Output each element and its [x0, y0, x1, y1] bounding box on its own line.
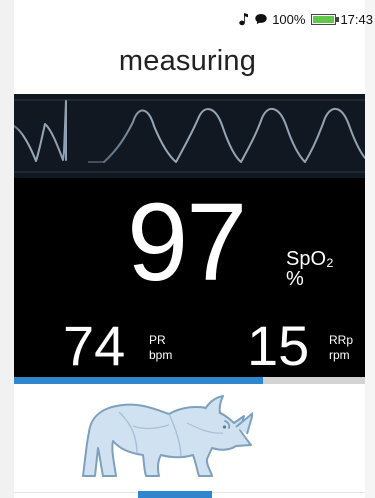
page-title: measuring — [118, 45, 257, 77]
battery-level-fill — [313, 15, 335, 23]
battery-percent: 100% — [272, 11, 306, 27]
pulse-oximeter-screen: 100% 17:43 measuring 97 SpO₂ % 74 PR bpm… — [0, 0, 375, 498]
pulse-rate-unit: bpm — [149, 348, 173, 362]
illustration-area — [14, 384, 365, 498]
spo2-unit: % — [286, 268, 304, 290]
time-text: 17:43 — [340, 11, 373, 27]
pulse-rate-value: 74 — [63, 314, 126, 377]
battery-icon — [311, 13, 340, 25]
measurement-progress — [14, 377, 365, 384]
measurement-progress-fill — [14, 377, 264, 384]
respiration-rate-value: 15 — [247, 314, 310, 377]
pleth-waveform — [14, 94, 365, 178]
respiration-rate-label: RRp — [329, 333, 354, 347]
measurement-panel: 97 SpO₂ % 74 PR bpm 15 RRp rpm — [14, 178, 365, 377]
status-bar: 100% 17:43 — [236, 8, 375, 30]
page-indicator — [138, 491, 212, 498]
spo2-value: 97 — [127, 181, 247, 304]
spo2-label: SpO₂ — [286, 248, 334, 270]
rhino-icon — [82, 395, 253, 477]
respiration-rate-unit: rpm — [329, 348, 350, 362]
message-icon — [254, 12, 268, 26]
pulse-rate-label: PR — [149, 333, 166, 347]
music-note-icon — [236, 12, 250, 26]
